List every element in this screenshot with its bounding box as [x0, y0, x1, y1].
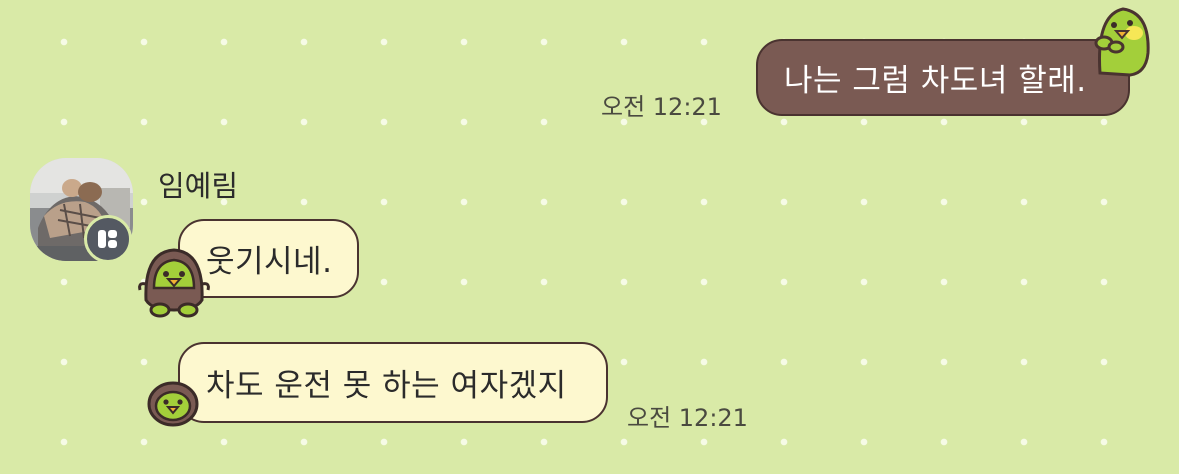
incoming-message-bubble[interactable]: 차도 운전 못 하는 여자겠지 [178, 342, 608, 423]
message-text: 웃기시네. [206, 244, 333, 280]
message-timestamp: 오전 12:21 [627, 404, 748, 432]
outgoing-message-bubble[interactable]: 나는 그럼 차도녀 할래. [756, 39, 1130, 116]
green-bird-mascot-icon [147, 381, 199, 427]
chat-badge-icon [84, 215, 132, 263]
message-text: 나는 그럼 차도녀 할래. [784, 63, 1087, 99]
message-text: 차도 운전 못 하는 여자겠지 [206, 368, 567, 404]
sender-name: 임예림 [158, 169, 239, 203]
green-bird-mascot-icon [1094, 7, 1150, 77]
message-timestamp: 오전 12:21 [601, 93, 722, 121]
green-bird-mascot-icon [138, 248, 210, 318]
